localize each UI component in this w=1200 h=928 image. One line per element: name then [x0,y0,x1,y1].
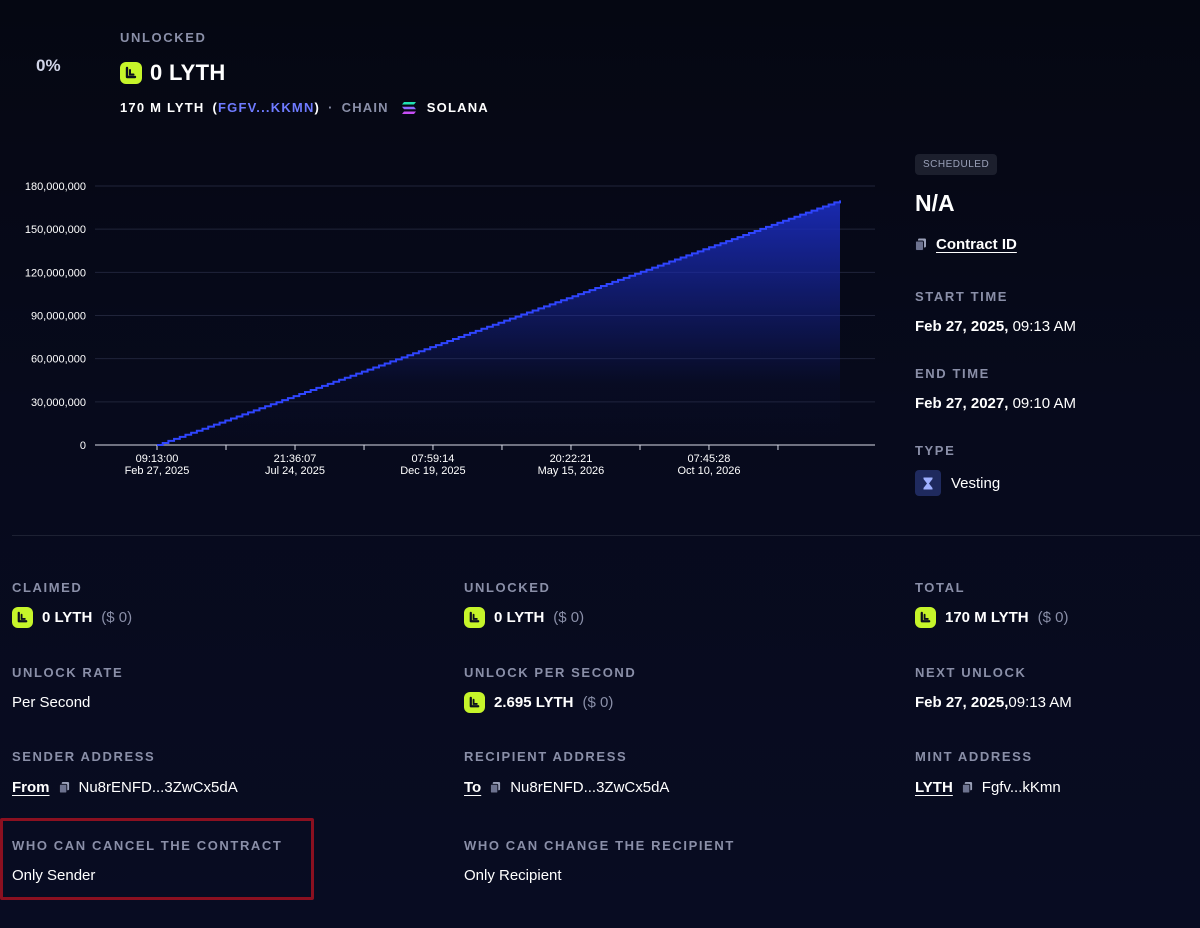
hourglass-icon [915,470,941,496]
type-label: TYPE [915,443,956,458]
x-tick-date: Dec 19, 2025 [400,465,465,477]
y-tick-label: 30,000,000 [31,397,86,409]
section-divider [12,535,1200,536]
unlock-rate-value: Per Second [12,694,91,711]
change-recipient-label: WHO CAN CHANGE THE RECIPIENT [464,838,735,853]
chain-name: SOLANA [426,100,489,115]
next-unlock-value: Feb 27, 2025, 09:13 AM [915,694,1072,711]
meta-separator: · [328,100,334,115]
status-badge: SCHEDULED [915,154,998,175]
stream-meta: 170 M LYTH ( FGFV...KKMN ) · CHAIN SOLAN… [120,100,489,115]
y-tick-label: 60,000,000 [31,354,86,366]
x-tick-date: May 15, 2026 [538,465,605,477]
y-tick-label: 150,000,000 [25,224,86,236]
contract-name: N/A [915,190,955,216]
sender-address-label: SENDER ADDRESS [12,749,156,764]
unlocked-detail-value: 0 LYTH ($ 0) [464,607,584,628]
end-time-value: Feb 27, 2027, 09:10 AM [915,395,1076,412]
total-value: 170 M LYTH ($ 0) [915,607,1069,628]
mint-close-paren: ) [314,100,321,115]
cancel-permission-label: WHO CAN CANCEL THE CONTRACT [12,838,283,853]
mint-address-label: MINT ADDRESS [915,749,1033,764]
mint-address: Fgfv...kKmn [981,779,1061,796]
unlock-rate-label: UNLOCK RATE [12,665,124,680]
cancel-permission-highlight [0,818,314,900]
copy-icon[interactable] [490,781,501,794]
type-value: Vesting [951,474,1001,492]
mint-token-link[interactable]: LYTH [915,779,953,796]
contract-id-row: Contract ID [915,236,1017,253]
recipient-address-label: RECIPIENT ADDRESS [464,749,628,764]
y-tick-label: 180,000,000 [25,181,86,193]
copy-icon[interactable] [961,781,973,794]
x-tick-date: Jul 24, 2025 [265,465,325,477]
lyth-token-icon [915,607,936,628]
lyth-token-icon [464,692,485,713]
sender-from-link[interactable]: From [12,779,50,796]
type-value-row: Vesting [915,470,1000,496]
unlocked-detail-label: UNLOCKED [464,580,551,595]
lyth-token-icon [120,62,142,84]
x-tick-time: 07:59:14 [412,453,455,465]
start-time-label: START TIME [915,289,1009,304]
mint-address-row: LYTH Fgfv...kKmn [915,779,1061,796]
x-tick-date: Feb 27, 2025 [125,465,190,477]
claimed-label: CLAIMED [12,580,83,595]
lyth-token-icon [12,607,33,628]
progress-percent: 0% [36,56,61,75]
copy-icon[interactable] [58,781,70,794]
cancel-permission-value: Only Sender [12,867,96,884]
unlocked-amount: 0 LYTH [120,60,226,86]
x-tick-time: 09:13:00 [136,453,179,465]
next-unlock-label: NEXT UNLOCK [915,665,1027,680]
total-label: TOTAL [915,580,966,595]
lyth-token-icon [464,607,485,628]
sender-address-row: From Nu8rENFD...3ZwCx5dA [12,779,238,796]
claimed-value: 0 LYTH ($ 0) [12,607,132,628]
solana-icon [401,101,417,115]
y-tick-label: 90,000,000 [31,311,86,323]
start-time-value: Feb 27, 2025, 09:13 AM [915,318,1076,335]
y-tick-label: 0 [80,440,86,452]
x-tick-time: 07:45:28 [688,453,731,465]
copy-icon[interactable] [915,238,927,251]
unlock-per-second-label: UNLOCK PER SECOND [464,665,637,680]
y-tick-label: 120,000,000 [25,267,86,279]
x-tick-time: 20:22:21 [550,453,593,465]
x-tick-date: Oct 10, 2026 [677,465,740,477]
recipient-address: Nu8rENFD...3ZwCx5dA [510,779,670,796]
chain-label: CHAIN [341,100,389,115]
recipient-address-row: To Nu8rENFD...3ZwCx5dA [464,779,669,796]
change-recipient-value: Only Recipient [464,867,562,884]
unlocked-label: UNLOCKED [120,30,207,45]
unlock-chart: 180,000,000 150,000,000 120,000,000 90,000,… [25,181,875,477]
unlocked-amount-value: 0 LYTH [150,60,226,85]
contract-id-link[interactable]: Contract ID [936,236,1017,253]
sender-address: Nu8rENFD...3ZwCx5dA [78,779,238,796]
mint-address-link[interactable]: FGFV...KKMN [218,100,315,115]
x-tick-time: 21:36:07 [274,453,317,465]
end-time-label: END TIME [915,366,990,381]
unlock-per-second-value: 2.695 LYTH ($ 0) [464,692,613,713]
total-amount: 170 M LYTH [120,100,205,115]
recipient-to-link[interactable]: To [464,779,481,796]
